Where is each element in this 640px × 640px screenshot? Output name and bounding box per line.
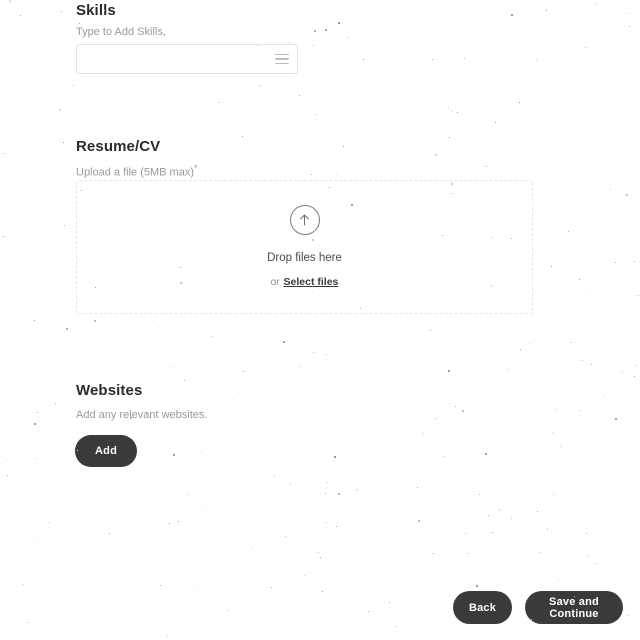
skills-section: Skills Type to Add Skills, (76, 2, 546, 39)
footer-actions: Back Save and Continue (0, 591, 640, 625)
upload-arrow-icon (289, 205, 320, 235)
skills-heading: Skills (76, 2, 116, 19)
save-and-continue-button[interactable]: Save and Continue (525, 591, 623, 624)
list-icon-line (275, 62, 289, 65)
resume-subtitle: Upload a file (5MB max)* (76, 161, 546, 180)
websites-section: Websites Add any relevant websites. (76, 382, 546, 422)
application-form-page: Skills Type to Add Skills, Resume/CV Upl… (0, 0, 640, 640)
select-files-link[interactable]: Select files (284, 276, 339, 289)
back-button[interactable]: Back (453, 591, 512, 624)
resume-heading: Resume/CV (76, 138, 161, 155)
background-noise (0, 0, 640, 640)
resume-section: Resume/CV Upload a file (5MB max)* (76, 138, 546, 180)
list-icon-line (275, 58, 289, 60)
skills-input[interactable] (77, 45, 275, 73)
select-files-row: or Select files (271, 276, 339, 289)
or-label: or (270, 277, 280, 288)
websites-subtitle: Add any relevant websites. (76, 409, 208, 421)
resume-subtitle-text: Upload a file (5MB max) (76, 166, 194, 179)
websites-heading: Websites (76, 382, 143, 399)
skills-input-wrapper[interactable] (76, 44, 298, 74)
skills-subtitle: Type to Add Skills, (76, 26, 166, 38)
add-website-button[interactable]: Add (75, 435, 137, 467)
list-icon-line (275, 53, 289, 56)
resume-dropzone[interactable]: Drop files here or Select files (76, 180, 533, 314)
required-marker: * (194, 163, 198, 173)
list-icon[interactable] (275, 45, 297, 73)
drop-files-label: Drop files here (267, 252, 342, 264)
